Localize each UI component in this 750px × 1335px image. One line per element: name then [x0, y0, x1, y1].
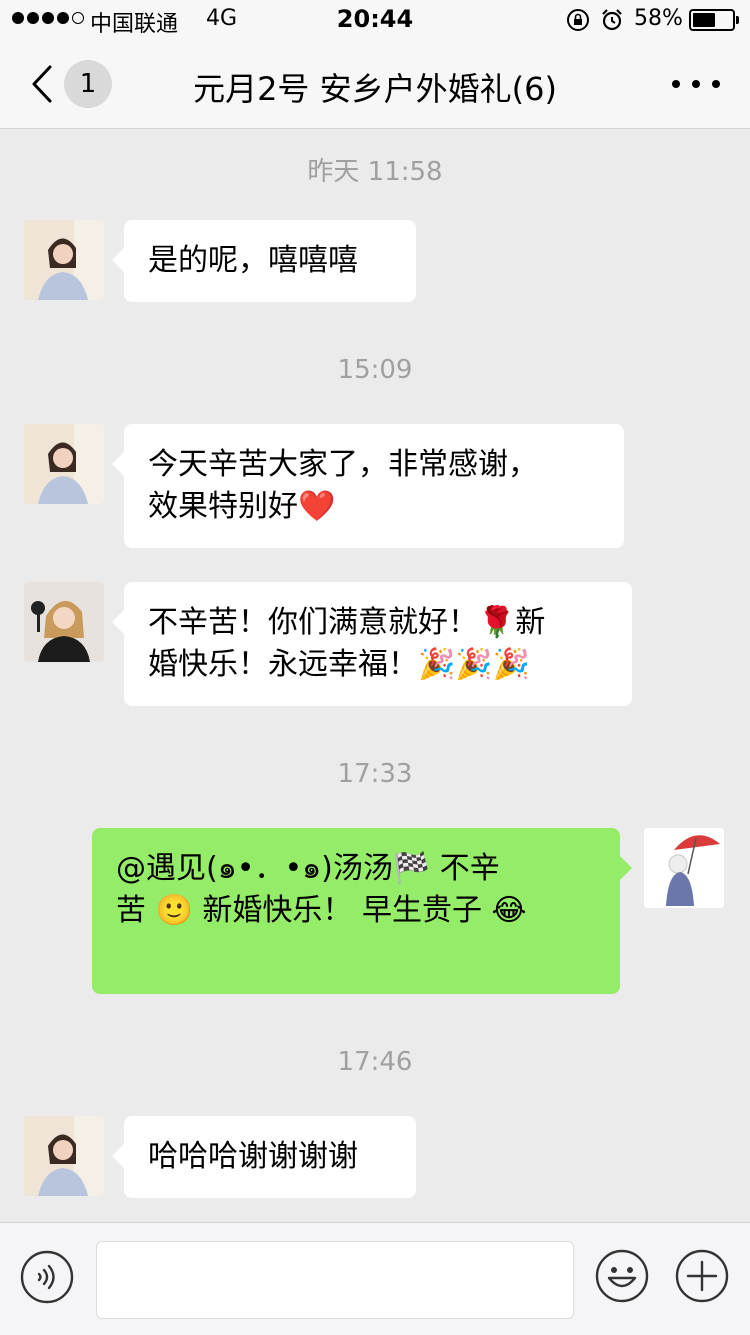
alarm-icon: [602, 9, 622, 31]
plus-button[interactable]: [674, 1248, 730, 1304]
plus-icon: [675, 1249, 729, 1303]
avatar[interactable]: [644, 828, 724, 908]
message-input[interactable]: [96, 1241, 574, 1319]
battery-level-fill: [693, 13, 715, 27]
emoji-icon: [595, 1249, 649, 1303]
message-bubble[interactable]: 哈哈哈谢谢谢谢: [112, 1116, 416, 1198]
time-stamp: 17:46: [337, 1047, 413, 1077]
time-stamp: 昨天 11:58: [307, 157, 443, 187]
message-text: 效果特别好❤️: [148, 489, 336, 524]
message-bubble[interactable]: @遇见(๑•．•๑)汤汤🏁 不辛 苦 🙂 新婚快乐！ 早生贵子 😂: [92, 828, 632, 994]
more-dots-icon: [672, 80, 680, 88]
message-bubble[interactable]: 不辛苦！你们满意就好！🌹新 婚快乐！永远幸福！🎉🎉🎉: [112, 582, 632, 706]
avatar-woman-light-icon: [24, 220, 104, 300]
avatar[interactable]: [24, 582, 104, 662]
message-text: 哈哈哈谢谢谢谢: [148, 1139, 358, 1174]
message-bubble[interactable]: 今天辛苦大家了，非常感谢， 效果特别好❤️: [112, 424, 624, 548]
avatar[interactable]: [24, 220, 104, 300]
avatar[interactable]: [24, 1116, 104, 1196]
message-text: @遇见(๑•．•๑)汤汤🏁 不辛: [116, 851, 500, 886]
nav-bar: 1 元月2号 安乡户外婚礼(6): [0, 40, 750, 129]
message-text: 是的呢，嘻嘻嘻: [148, 243, 358, 278]
input-bar: [0, 1222, 750, 1335]
battery-percent: 58%: [634, 6, 683, 31]
time-stamp: 17:33: [337, 759, 413, 789]
more-button[interactable]: [668, 66, 724, 102]
voice-icon: [20, 1250, 74, 1304]
message-text: 今天辛苦大家了，非常感谢，: [148, 447, 538, 482]
emoji-button[interactable]: [594, 1248, 650, 1304]
avatar-woman-dark-icon: [24, 582, 104, 662]
avatar[interactable]: [24, 424, 104, 504]
battery-icon: [689, 9, 739, 31]
avatar-umbrella-girl-icon: [644, 828, 724, 908]
message-text: 不辛苦！你们满意就好！🌹新: [148, 605, 546, 640]
time-stamp: 15:09: [337, 355, 413, 385]
avatar-woman-light-icon: [24, 1116, 104, 1196]
avatar-woman-light-icon: [24, 424, 104, 504]
message-text: 婚快乐！永远幸福！🎉🎉🎉: [148, 647, 531, 682]
chat-title: 元月2号 安乡户外婚礼(6): [193, 70, 557, 108]
chat-area[interactable]: 昨天 11:58 是的呢，嘻嘻嘻 15:09 今天辛苦大家了，非常感谢， 效果特…: [0, 129, 750, 1221]
message-bubble[interactable]: 是的呢，嘻嘻嘻: [112, 220, 416, 302]
voice-button[interactable]: [20, 1250, 74, 1304]
message-text: 苦 🙂 新婚快乐！ 早生贵子 😂: [116, 893, 527, 928]
status-bar: 中国联通 4G 20:44 58%: [0, 0, 750, 40]
rotation-lock-icon: [567, 9, 589, 31]
